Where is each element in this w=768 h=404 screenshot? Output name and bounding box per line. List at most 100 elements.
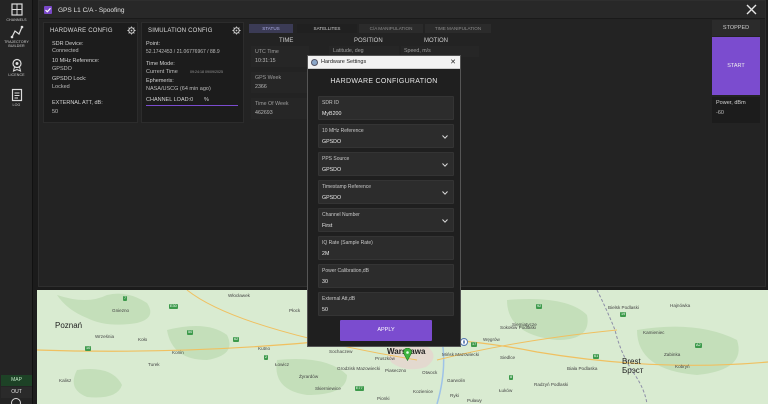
checkmark-icon (45, 7, 51, 13)
left-sidebar: CHANNELS TRAJECTORY BUILDER LICENCE LOG … (0, 0, 33, 404)
time-of-week-cell: Time Of Week 462693 (251, 98, 309, 119)
time-mode-value: Current Time (146, 69, 178, 75)
ref-10mhz-select[interactable]: 10 MHz Reference GPSDO (318, 124, 454, 148)
compass-icon[interactable] (460, 338, 468, 346)
sdr-id-field[interactable]: SDR ID MyB200 (318, 96, 454, 120)
channel-number-select[interactable]: Channel Number First (318, 208, 454, 232)
gpsdo-lock-label: GPSDO Lock: (52, 76, 87, 82)
channel-enable-checkbox[interactable] (44, 6, 52, 14)
field-label: 10 MHz Reference (322, 128, 364, 134)
sdr-device-label: SDR Device: (52, 41, 84, 47)
channel-header: GPS L1 C/A - Spoofing (39, 1, 765, 19)
field-label: Power Calibration,dB (322, 268, 369, 274)
map-town: Koło (138, 337, 148, 342)
chevron-down-icon (442, 135, 448, 139)
map-city: Poznań (55, 321, 83, 330)
map-town: Ryki (450, 393, 459, 398)
external-att-field[interactable]: External Att,dB 50 (318, 292, 454, 316)
column-position: POSITION (354, 38, 383, 44)
dialog-titlebar[interactable]: Hardware Settings ✕ (308, 56, 460, 69)
field-label: IQ Rate (Sample Rate) (322, 240, 373, 246)
channel-load-label: CHANNEL LOAD:0 (146, 97, 194, 103)
road-badge: E30 (169, 304, 178, 309)
tab-satellites[interactable]: SATELLITES (297, 24, 357, 33)
map-town: Zabinka (664, 352, 681, 357)
map-button[interactable]: MAP (1, 375, 32, 386)
time-mode-stamp: 09:24:18 09/09/2025 (190, 70, 223, 74)
sidebar-item-label: LICENCE (8, 73, 25, 77)
close-icon[interactable] (746, 4, 757, 15)
timestamp-reference-select[interactable]: Timestamp Reference GPSDO (318, 180, 454, 204)
ext-att-value: 50 (52, 109, 59, 115)
power-cell: Power, dBm -60 (712, 97, 760, 123)
road-badge: 92 (536, 304, 543, 309)
app-icon (311, 59, 318, 66)
sidebar-item-channels[interactable]: CHANNELS (0, 3, 33, 22)
road-badge: 2 (264, 355, 269, 360)
chevron-down-icon (442, 219, 448, 223)
tab-time-manipulation[interactable]: TIME MANIPULATION (425, 24, 491, 33)
power-calibration-field[interactable]: Power Calibration,dB 30 (318, 264, 454, 288)
map-town: Siedlce (500, 355, 516, 360)
sdr-device-value: Connected (52, 48, 79, 54)
power-label: Power, dBm (716, 100, 746, 106)
field-value: GPSDO (322, 139, 342, 145)
field-label: Channel Number (322, 212, 360, 218)
field-value: GPSDO (322, 195, 342, 201)
location-marker-icon[interactable] (403, 348, 412, 361)
map-town: Puławy (467, 398, 482, 403)
utc-time-label: UTC Time (255, 49, 279, 55)
hardware-settings-dialog: Hardware Settings ✕ HARDWARE CONFIGURATI… (307, 55, 461, 347)
licence-icon (11, 58, 22, 72)
map-town: Kutno (258, 346, 271, 351)
map-town: Gniezno (112, 308, 130, 313)
simulation-config-card: SIMULATION CONFIG Point: 52.1742453 / 21… (141, 22, 244, 123)
field-label: SDR ID (322, 100, 339, 106)
map-town: Kobryń (675, 364, 690, 369)
apply-button[interactable]: APPLY (340, 320, 432, 341)
map-town: Węgrów (483, 337, 500, 342)
dialog-close-icon[interactable]: ✕ (450, 58, 456, 66)
sidebar-item-log[interactable]: LOG (0, 88, 33, 107)
ext-att-label: EXTERNAL ATT, dB: (52, 100, 103, 106)
pps-source-select[interactable]: PPS Source GPSDO (318, 152, 454, 176)
map-town: Włocławek (228, 293, 250, 298)
out-button[interactable]: OUT (1, 387, 32, 398)
point-value: 52.1742453 / 21.06776967 / 88.9 (146, 49, 220, 55)
iq-rate-field[interactable]: IQ Rate (Sample Rate) 2M (318, 236, 454, 260)
road-badge: A2 (695, 343, 702, 348)
map-city: Брэст (622, 366, 644, 375)
ephemeris-value: NASA/USCG (64 min ago) (146, 86, 211, 92)
latitude-label: Latitude, deg (333, 48, 364, 54)
sidebar-item-label: LOG (12, 103, 21, 107)
map-town: Piaseczno (385, 368, 407, 373)
chevron-down-icon (442, 163, 448, 167)
road-badge: 7 (123, 296, 128, 301)
channel-load-unit: % (204, 97, 209, 103)
channels-icon (10, 3, 23, 16)
map-town: Kozienice (413, 389, 433, 394)
road-badge: 10 (85, 346, 92, 351)
sidebar-item-licence[interactable]: LICENCE (0, 58, 33, 77)
map-town: Radzyń Podlaski (534, 382, 569, 387)
channel-load-bar (146, 105, 238, 106)
tab-ca-manipulation[interactable]: C/A MANIPULATION (359, 24, 423, 33)
map-town: Siemiatycze (512, 322, 537, 327)
gear-icon[interactable] (127, 26, 136, 35)
power-icon[interactable] (11, 398, 21, 404)
gear-icon[interactable] (232, 26, 241, 35)
sidebar-item-trajectory-builder[interactable]: TRAJECTORY BUILDER (0, 25, 33, 48)
utc-time-cell: UTC Time 10:31:15 (251, 46, 309, 67)
map-city: Brest (622, 357, 641, 366)
map-town: Konin (172, 350, 184, 355)
power-value: -60 (716, 110, 724, 116)
gpsdo-lock-value: Locked (52, 84, 70, 90)
map-town: Żyrardów (299, 374, 319, 379)
tab-status[interactable]: STATUS (249, 24, 293, 33)
road-badge: 17 (471, 342, 478, 347)
start-button[interactable]: START (712, 37, 760, 95)
road-badge: 62 (233, 337, 240, 342)
road-badge: E77 (355, 386, 364, 391)
simulation-config-title: SIMULATION CONFIG (148, 28, 213, 34)
hardware-config-title: HARDWARE CONFIG (50, 28, 113, 34)
